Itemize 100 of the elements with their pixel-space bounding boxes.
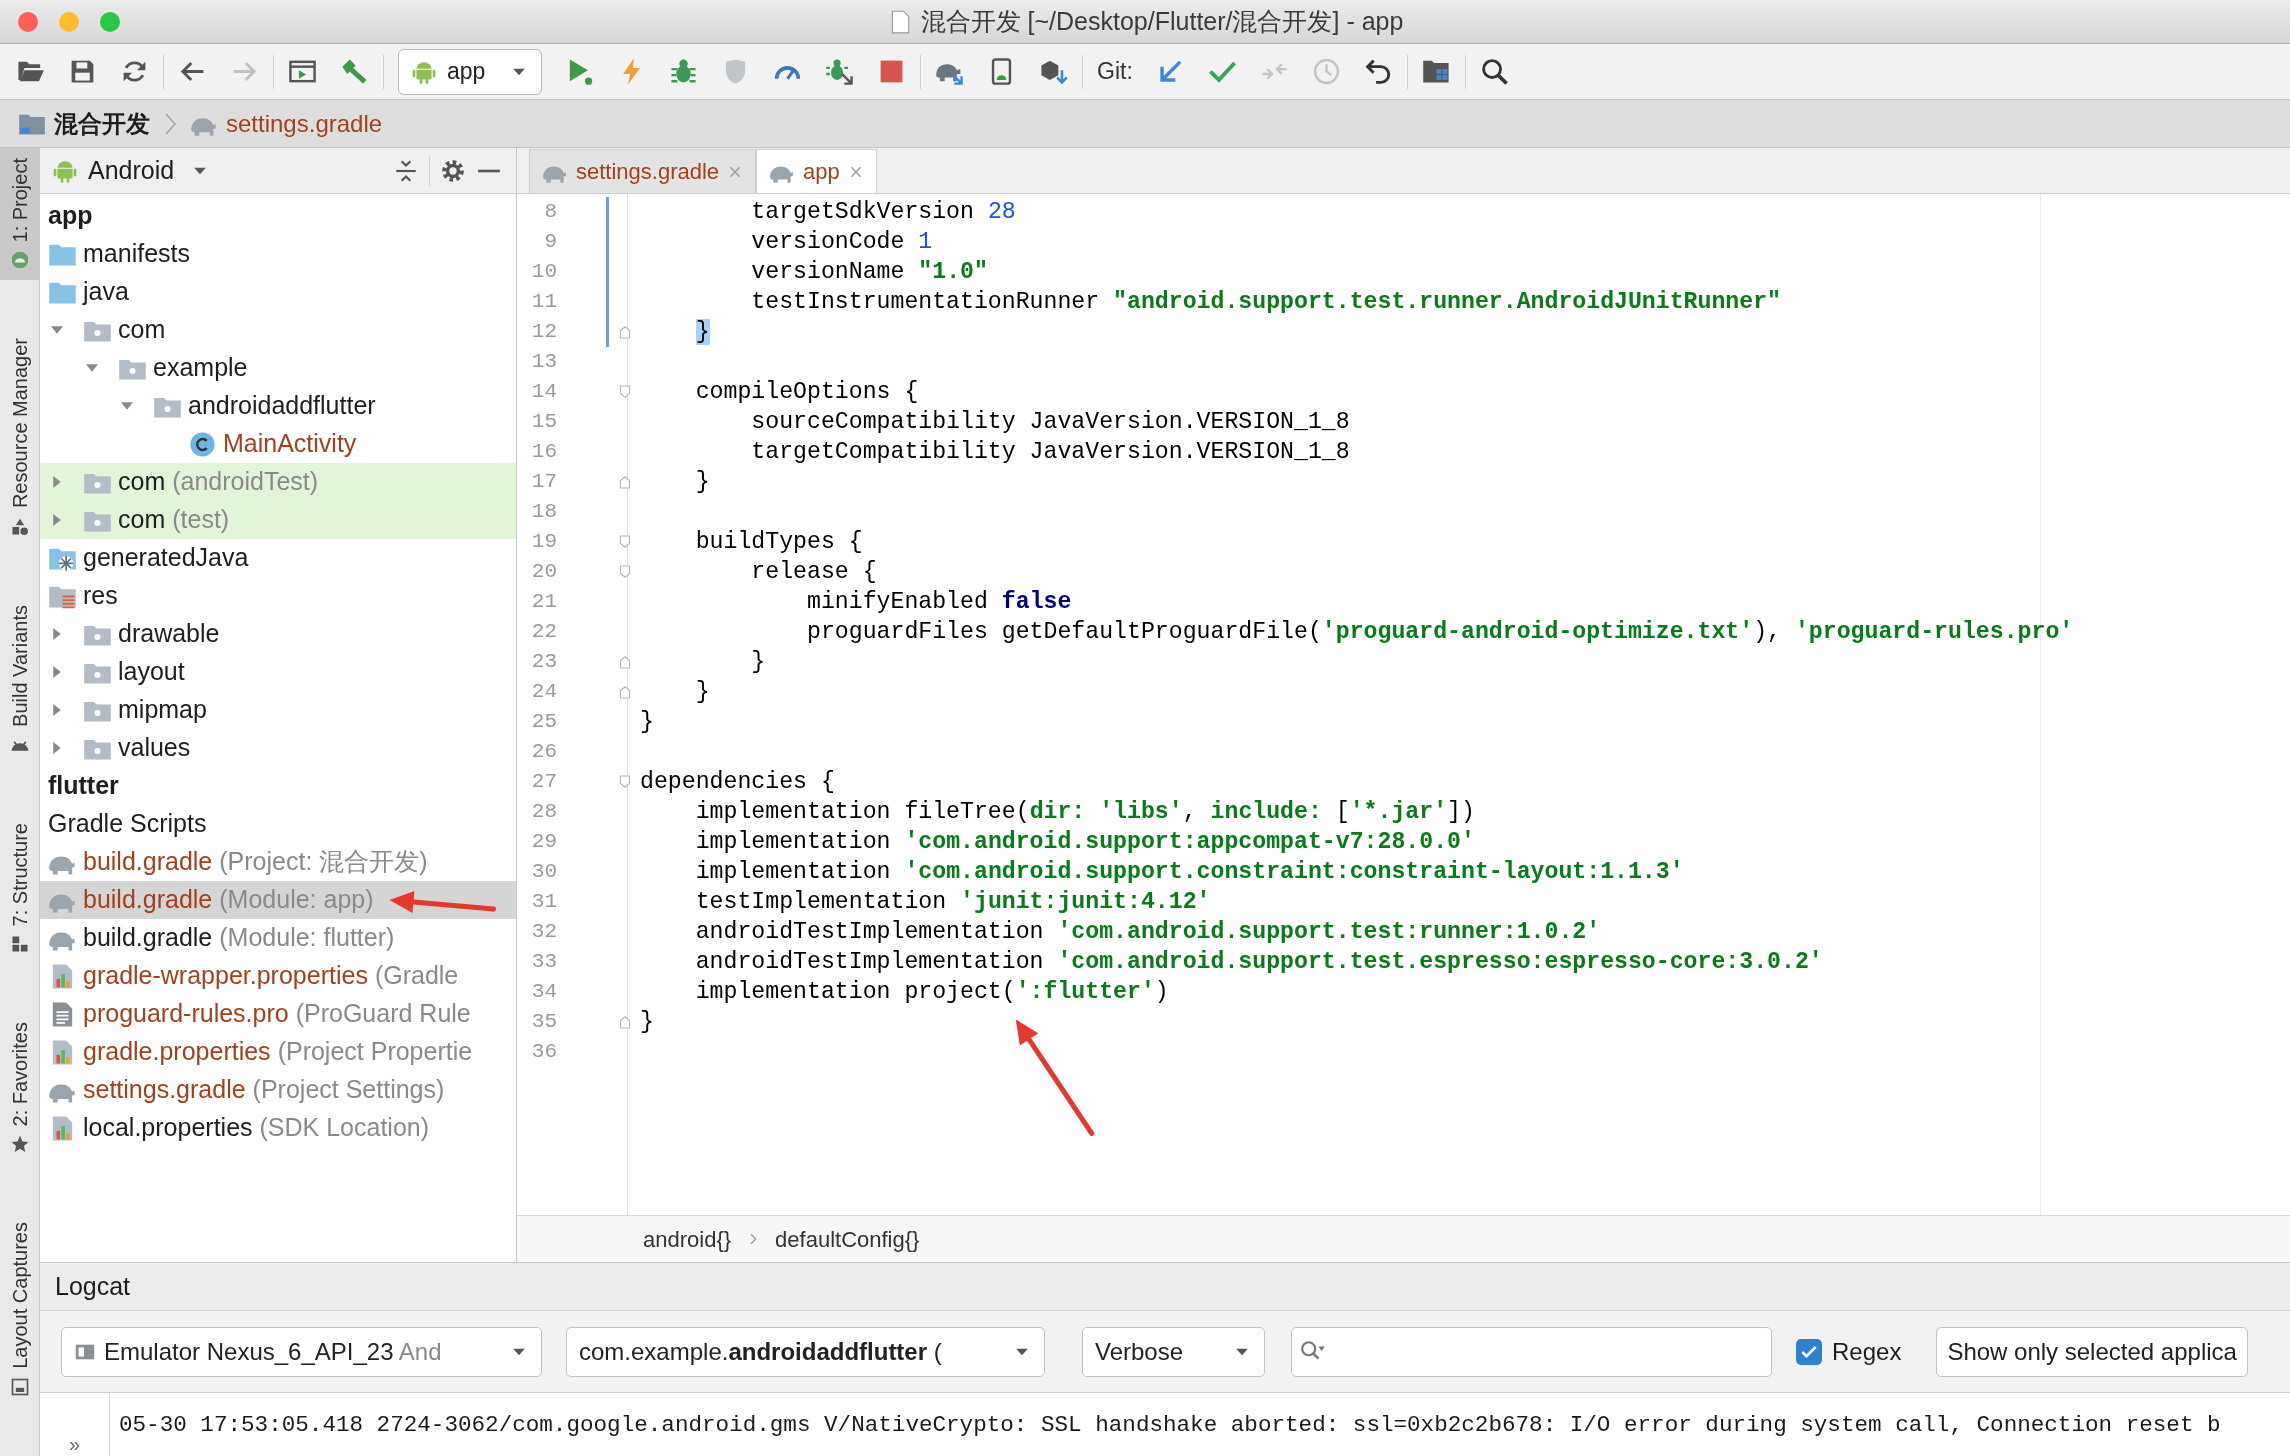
hammer-icon[interactable] xyxy=(340,57,369,86)
tree-item[interactable]: manifests xyxy=(40,235,516,273)
line-number: 13 xyxy=(530,349,557,376)
search-icon[interactable] xyxy=(1479,57,1509,86)
tree-item[interactable]: java xyxy=(40,273,516,311)
code-line: dependencies { xyxy=(640,767,835,797)
code-line: } xyxy=(694,467,710,497)
code-line: release { xyxy=(750,557,877,587)
line-number: 34 xyxy=(530,979,557,1006)
log-level-dropdown[interactable]: Verbose xyxy=(1082,1326,1265,1377)
tree-item[interactable]: flutter xyxy=(40,767,516,805)
code-line: sourceCompatibility JavaVersion.VERSION_1_8 xyxy=(750,407,1350,437)
line-number: 30 xyxy=(530,859,557,886)
tree-item[interactable]: build.gradle (Module: app) xyxy=(40,881,516,919)
code-line: } xyxy=(694,677,710,707)
tool-window-tab[interactable]: 7: Structure xyxy=(0,812,39,964)
tree-item[interactable]: example xyxy=(40,349,516,387)
tree-item[interactable]: settings.gradle (Project Settings) xyxy=(40,1071,516,1109)
expand-glyph[interactable]: » xyxy=(68,1434,81,1454)
code-line: implementation project(':flutter') xyxy=(694,977,1169,1007)
tool-window-tab[interactable]: Resource Manager xyxy=(0,328,39,547)
close-button[interactable] xyxy=(18,12,38,32)
code-line: targetSdkVersion 28 xyxy=(750,197,1016,227)
code-line: androidTestImplementation 'com.android.support.test:runner:1.0.2' xyxy=(694,917,1601,947)
tree-item[interactable]: com (test) xyxy=(40,501,516,539)
bug-arrow-icon[interactable] xyxy=(825,57,854,86)
code-line: buildTypes { xyxy=(694,527,863,557)
code-line: proguardFiles getDefaultProguardFile('proguard-android-optimize.txt'), 'proguard-rules.pro' xyxy=(805,617,2074,647)
code-line: versionName "1.0" xyxy=(750,257,988,287)
tree-item[interactable]: res xyxy=(40,577,516,615)
tool-window-tab[interactable]: Layout Captures xyxy=(0,1212,39,1408)
editor-tab[interactable]: app xyxy=(756,149,877,193)
code-line: targetCompatibility JavaVersion.VERSION_1_8 xyxy=(750,437,1350,467)
line-number: 10 xyxy=(530,259,557,286)
line-number: 23 xyxy=(530,649,557,676)
tree-item[interactable]: local.properties (SDK Location) xyxy=(40,1109,516,1147)
line-number: 11 xyxy=(530,289,557,316)
tree-item[interactable]: gradle.properties (Project Propertie xyxy=(40,1033,516,1071)
line-number: 18 xyxy=(530,499,557,526)
line-number: 33 xyxy=(530,949,557,976)
code-line: } xyxy=(640,1007,654,1037)
line-number: 15 xyxy=(530,409,557,436)
class-icon xyxy=(188,429,217,459)
breadcrumb-item[interactable]: android{} xyxy=(643,1222,732,1256)
tree-item[interactable]: app xyxy=(40,197,516,235)
git-label: Git: xyxy=(1097,57,1133,87)
tree-item[interactable]: gradle-wrapper.properties (Gradle xyxy=(40,957,516,995)
tree-item[interactable]: drawable xyxy=(40,615,516,653)
tree-item[interactable]: mipmap xyxy=(40,691,516,729)
editor-tab[interactable]: settings.gradle xyxy=(529,149,757,193)
regex-checkbox[interactable]: Regex xyxy=(1796,1333,1902,1370)
tree-item[interactable]: values xyxy=(40,729,516,767)
line-number: 35 xyxy=(530,1009,557,1036)
line-number: 12 xyxy=(530,319,557,346)
panel-title: Logcat xyxy=(55,1270,131,1302)
line-number: 27 xyxy=(530,769,557,796)
line-number: 20 xyxy=(530,559,557,586)
window-title: 混合开发 [~/Desktop/Flutter/混合开发] - app xyxy=(920,5,1404,37)
tree-item[interactable]: build.gradle (Project: 混合开发) xyxy=(40,843,516,881)
settings-icon[interactable] xyxy=(440,157,466,184)
code-line: } xyxy=(640,707,654,737)
zoom-button[interactable] xyxy=(100,12,120,32)
breadcrumb-item[interactable]: settings.gradle xyxy=(226,105,383,142)
code-line: androidTestImplementation 'com.android.support.test.espresso:espresso-core:3.0.2' xyxy=(694,947,1823,977)
code-line: testInstrumentationRunner "android.support.test.runner.AndroidJUnitRunner" xyxy=(750,287,1782,317)
run-config-dropdown[interactable]: app xyxy=(398,48,542,95)
line-number: 36 xyxy=(530,1039,557,1066)
tree-item[interactable]: layout xyxy=(40,653,516,691)
undo-icon[interactable] xyxy=(1363,57,1393,86)
tree-item[interactable]: androidaddflutter xyxy=(40,387,516,425)
line-number: 25 xyxy=(530,709,557,736)
tool-window-tab[interactable]: 1: Project xyxy=(0,148,39,281)
breadcrumb-item[interactable]: defaultConfig{} xyxy=(775,1222,920,1256)
code-line: implementation fileTree(dir: 'libs', include: ['*.jar']) xyxy=(694,797,1475,827)
frame-icon xyxy=(9,1377,30,1398)
tool-window-tab[interactable]: Build Variants xyxy=(0,594,39,765)
code-line: implementation 'com.android.support.constraint:constraint-layout:1.1.3' xyxy=(694,857,1684,887)
code-line: minifyEnabled false xyxy=(805,587,1072,617)
device-dropdown[interactable]: Emulator Nexus_6_API_23 And xyxy=(61,1326,542,1377)
line-number: 19 xyxy=(530,529,557,556)
code-line: implementation 'com.android.support:appcompat-v7:28.0.0' xyxy=(694,827,1475,857)
breadcrumb-item[interactable]: 混合开发 xyxy=(54,105,150,142)
code-line: versionCode 1 xyxy=(750,227,933,257)
process-dropdown[interactable]: com.example.androidaddflutter ( xyxy=(566,1326,1045,1377)
line-number: 29 xyxy=(530,829,557,856)
tree-item[interactable]: com (androidTest) xyxy=(40,463,516,501)
tree-item[interactable]: com xyxy=(40,311,516,349)
line-number: 22 xyxy=(530,619,557,646)
line-number: 21 xyxy=(530,589,557,616)
filter-button[interactable]: Show only selected applica xyxy=(1936,1326,2248,1377)
tree-item[interactable]: MainActivity xyxy=(40,425,516,463)
tree-item[interactable]: generatedJava xyxy=(40,539,516,577)
tree-item[interactable]: proguard-rules.pro (ProGuard Rule xyxy=(40,995,516,1033)
search-field[interactable] xyxy=(1291,1326,1772,1377)
line-number: 16 xyxy=(530,439,557,466)
tree-item[interactable]: Gradle Scripts xyxy=(40,805,516,843)
tool-window-tab[interactable]: 2: Favorites xyxy=(0,1011,39,1165)
line-number: 32 xyxy=(530,919,557,946)
tree-item[interactable]: build.gradle (Module: flutter) xyxy=(40,919,516,957)
line-number: 9 xyxy=(543,229,557,256)
